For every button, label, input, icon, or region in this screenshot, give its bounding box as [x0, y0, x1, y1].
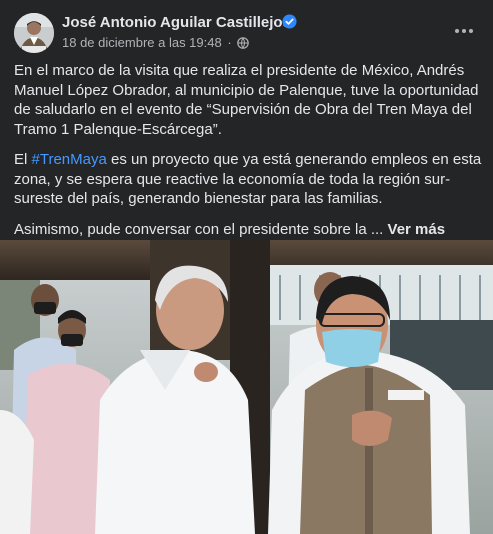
post-paragraph-2: El #TrenMaya es un proyecto que ya está … — [14, 150, 484, 209]
post-photo[interactable] — [0, 240, 493, 534]
post-timestamp[interactable]: 18 de diciembre a las 19:48 — [62, 35, 222, 50]
post-header: José Antonio Aguilar Castillejos 18 de d… — [0, 0, 493, 60]
post-paragraph-3: Asimismo, pude conversar con el presiden… — [14, 220, 484, 240]
paragraph-3-text: Asimismo, pude conversar con el presiden… — [14, 220, 384, 238]
more-options-icon[interactable] — [446, 16, 482, 46]
verified-badge-icon — [282, 14, 297, 29]
see-more-link[interactable]: Ver más — [388, 221, 446, 238]
facebook-post: José Antonio Aguilar Castillejos 18 de d… — [0, 0, 493, 534]
meta-separator: · — [227, 35, 232, 50]
paragraph-2-prefix: El — [14, 151, 32, 168]
author-avatar[interactable] — [14, 13, 54, 53]
globe-icon — [237, 37, 250, 49]
post-meta: 18 de diciembre a las 19:48 · — [62, 35, 250, 50]
post-paragraph-1: En el marco de la visita que realiza el … — [14, 62, 479, 138]
author-name[interactable]: José Antonio Aguilar Castillejos — [62, 14, 291, 31]
post-text: En el marco de la visita que realiza el … — [14, 61, 484, 250]
hashtag-link[interactable]: #TrenMaya — [32, 151, 107, 168]
